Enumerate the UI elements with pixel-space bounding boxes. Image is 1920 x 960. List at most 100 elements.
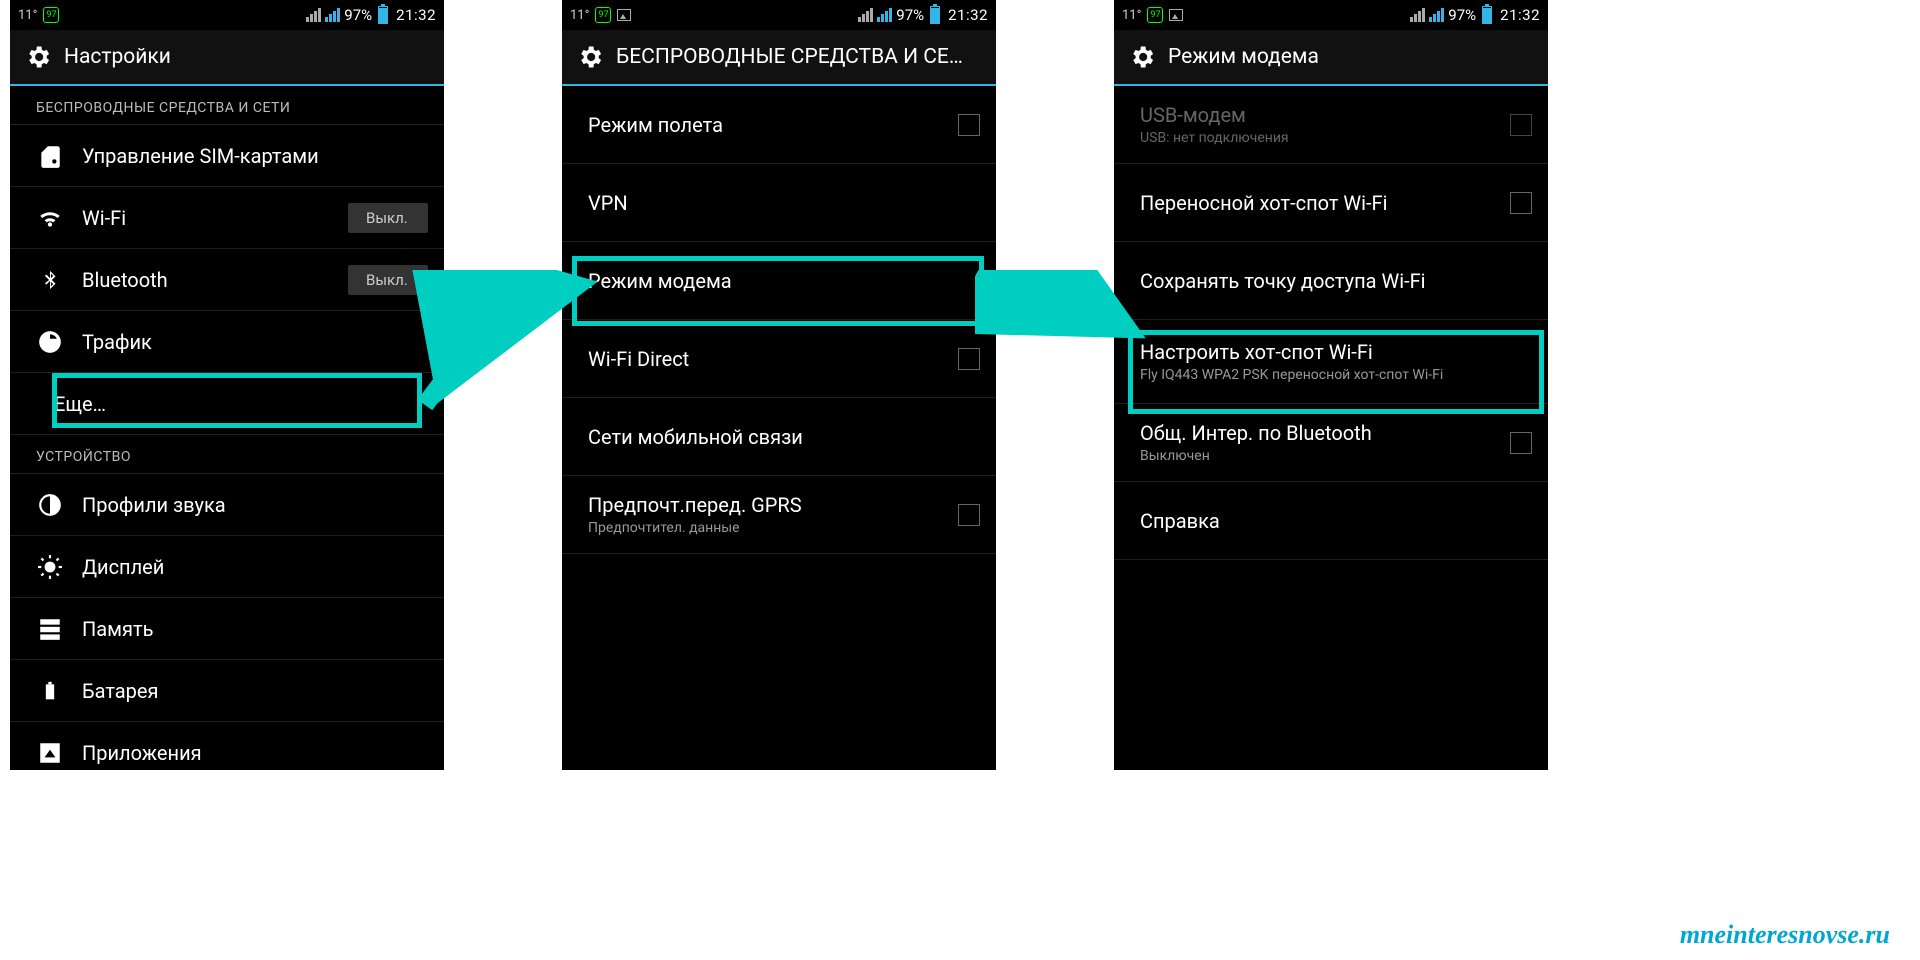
usb-checkbox: [1510, 114, 1532, 136]
row-label: Сети мобильной связи: [588, 425, 980, 449]
wifi-icon: [36, 204, 64, 232]
row-display[interactable]: Дисплей: [10, 536, 444, 598]
phone-screen-wireless: 11° 97 97% 21:32 БЕСПРОВОДНЫЕ СРЕДСТВА И…: [562, 0, 996, 770]
row-label: Управление SIM-картами: [82, 144, 428, 168]
row-label: Режим полета: [588, 113, 940, 137]
clock: 21:32: [396, 6, 436, 24]
row-bt-tether[interactable]: Общ. Интер. по Bluetooth Выключен: [1114, 404, 1548, 482]
row-sublabel: USB: нет подключения: [1140, 130, 1492, 146]
storage-icon: [36, 615, 64, 643]
row-tethering[interactable]: Режим модема: [562, 242, 996, 320]
apps-icon: [36, 739, 64, 767]
header-title: Настройки: [64, 45, 171, 69]
signal-sim1-icon: [1410, 8, 1425, 22]
signal-sim2-icon: [325, 8, 340, 22]
header-title: Режим модема: [1168, 45, 1319, 69]
bt-tether-checkbox[interactable]: [1510, 432, 1532, 454]
row-label: Дисплей: [82, 555, 428, 579]
row-label: Батарея: [82, 679, 428, 703]
row-usb-modem: USB-модем USB: нет подключения: [1114, 86, 1548, 164]
screenshot-icon: [1169, 9, 1183, 21]
row-bluetooth[interactable]: Bluetooth Выкл.: [10, 249, 444, 311]
row-sublabel: Предпочтител. данные: [588, 520, 940, 536]
header: Настройки: [10, 30, 444, 86]
screenshot-icon: [617, 9, 631, 21]
row-airplane-mode[interactable]: Режим полета: [562, 86, 996, 164]
sound-icon: [36, 491, 64, 519]
battery-icon: [930, 6, 940, 24]
sim-icon: [36, 142, 64, 170]
row-label: Wi-Fi: [82, 206, 330, 230]
row-more[interactable]: Еще…: [10, 373, 444, 435]
settings-icon: [1128, 43, 1156, 71]
row-traffic[interactable]: Трафик: [10, 311, 444, 373]
row-wifi-direct[interactable]: Wi-Fi Direct: [562, 320, 996, 398]
row-label: Память: [82, 617, 428, 641]
battery-settings-icon: [36, 677, 64, 705]
section-device: УСТРОЙСТВО: [10, 435, 444, 474]
row-label: Wi-Fi Direct: [588, 347, 940, 371]
row-sublabel: Fly IQ443 WPA2 PSK переносной хот-спот W…: [1140, 367, 1532, 383]
airplane-checkbox[interactable]: [958, 114, 980, 136]
hotspot-checkbox[interactable]: [1510, 192, 1532, 214]
row-label: Приложения: [82, 741, 428, 765]
watermark: mneinteresnovse.ru: [1680, 920, 1890, 950]
row-sublabel: Выключен: [1140, 448, 1492, 464]
arrow-1: [410, 270, 600, 430]
row-label: Предпочт.перед. GPRS: [588, 493, 940, 517]
settings-icon: [576, 43, 604, 71]
notification-badge: 97: [595, 7, 611, 23]
row-label: Профили звука: [82, 493, 428, 517]
battery-percent: 97%: [344, 6, 372, 24]
battery-icon: [378, 6, 388, 24]
row-label: Bluetooth: [82, 268, 330, 292]
statusbar: 11° 97 97% 21:32: [10, 0, 444, 30]
statusbar: 11° 97 97% 21:32: [562, 0, 996, 30]
temperature: 11°: [1122, 8, 1141, 23]
row-sim-management[interactable]: Управление SIM-картами: [10, 125, 444, 187]
statusbar: 11° 97 97% 21:32: [1114, 0, 1548, 30]
display-icon: [36, 553, 64, 581]
row-gprs-pref[interactable]: Предпочт.перед. GPRS Предпочтител. данны…: [562, 476, 996, 554]
row-keep-hotspot[interactable]: Сохранять точку доступа Wi-Fi: [1114, 242, 1548, 320]
row-wifi[interactable]: Wi-Fi Выкл.: [10, 187, 444, 249]
signal-sim2-icon: [877, 8, 892, 22]
row-portable-hotspot[interactable]: Переносной хот-спот Wi-Fi: [1114, 164, 1548, 242]
row-label: Настроить хот-спот Wi-Fi: [1140, 340, 1532, 364]
signal-sim1-icon: [858, 8, 873, 22]
wifi-toggle[interactable]: Выкл.: [348, 203, 428, 233]
header-title: БЕСПРОВОДНЫЕ СРЕДСТВА И СЕ…: [616, 45, 963, 69]
row-memory[interactable]: Память: [10, 598, 444, 660]
row-label: VPN: [588, 191, 980, 215]
gprs-checkbox[interactable]: [958, 504, 980, 526]
notification-badge: 97: [1147, 7, 1163, 23]
header: Режим модема: [1114, 30, 1548, 86]
row-help[interactable]: Справка: [1114, 482, 1548, 560]
clock: 21:32: [1500, 6, 1540, 24]
phone-screen-settings: 11° 97 97% 21:32 Настройки БЕСПРОВОДНЫЕ …: [10, 0, 444, 770]
temperature: 11°: [570, 8, 589, 23]
row-label: Переносной хот-спот Wi-Fi: [1140, 191, 1492, 215]
row-apps[interactable]: Приложения: [10, 722, 444, 770]
clock: 21:32: [948, 6, 988, 24]
section-wireless: БЕСПРОВОДНЫЕ СРЕДСТВА И СЕТИ: [10, 86, 444, 125]
phone-screen-tethering: 11° 97 97% 21:32 Режим модема USB-модем …: [1114, 0, 1548, 770]
row-vpn[interactable]: VPN: [562, 164, 996, 242]
row-label: USB-модем: [1140, 103, 1492, 127]
row-label: Еще…: [54, 392, 428, 416]
row-setup-hotspot[interactable]: Настроить хот-спот Wi-Fi Fly IQ443 WPA2 …: [1114, 320, 1548, 404]
row-sound-profiles[interactable]: Профили звука: [10, 474, 444, 536]
header: БЕСПРОВОДНЫЕ СРЕДСТВА И СЕ…: [562, 30, 996, 86]
row-label: Трафик: [82, 330, 428, 354]
battery-percent: 97%: [896, 6, 924, 24]
row-label: Режим модема: [588, 269, 980, 293]
row-battery[interactable]: Батарея: [10, 660, 444, 722]
data-usage-icon: [36, 328, 64, 356]
battery-percent: 97%: [1448, 6, 1476, 24]
row-label: Общ. Интер. по Bluetooth: [1140, 421, 1492, 445]
settings-icon: [24, 43, 52, 71]
arrow-2: [975, 270, 1145, 360]
row-label: Сохранять точку доступа Wi-Fi: [1140, 269, 1532, 293]
battery-icon: [1482, 6, 1492, 24]
row-mobile-networks[interactable]: Сети мобильной связи: [562, 398, 996, 476]
